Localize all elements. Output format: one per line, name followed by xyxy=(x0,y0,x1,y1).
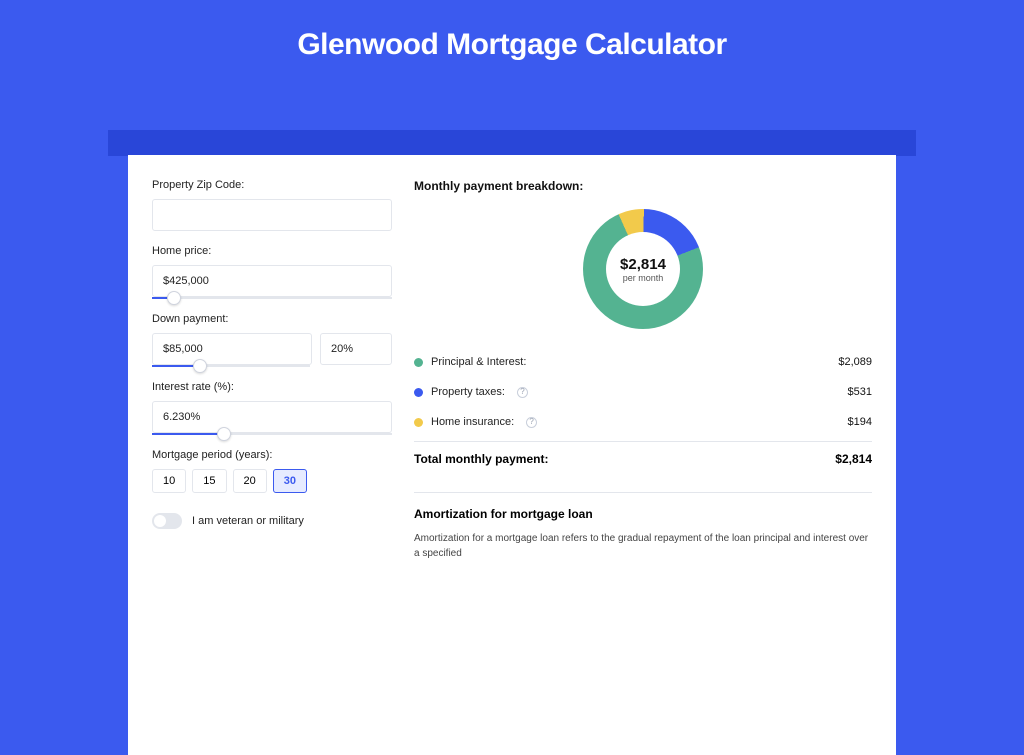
zip-label: Property Zip Code: xyxy=(152,179,392,191)
veteran-row: I am veteran or military xyxy=(152,513,392,529)
zip-group: Property Zip Code: xyxy=(152,179,392,231)
down-payment-label: Down payment: xyxy=(152,313,392,325)
legend-dot-insurance xyxy=(414,418,423,427)
info-icon[interactable]: ? xyxy=(526,417,537,428)
donut-chart: $2,814 per month xyxy=(583,209,703,329)
legend-row-principal: Principal & Interest: $2,089 xyxy=(414,347,872,377)
veteran-label: I am veteran or military xyxy=(192,515,304,527)
legend-label-insurance: Home insurance: xyxy=(431,416,514,428)
home-price-slider[interactable] xyxy=(152,297,392,299)
home-price-input[interactable] xyxy=(152,265,392,297)
donut-sub-label: per month xyxy=(623,273,664,283)
legend-amount-insurance: $194 xyxy=(848,416,872,428)
home-price-label: Home price: xyxy=(152,245,392,257)
interest-slider[interactable] xyxy=(152,433,392,435)
page-title: Glenwood Mortgage Calculator xyxy=(0,0,1024,80)
interest-group: Interest rate (%): xyxy=(152,381,392,435)
amortization-section: Amortization for mortgage loan Amortizat… xyxy=(414,492,872,561)
zip-input[interactable] xyxy=(152,199,392,231)
veteran-toggle[interactable] xyxy=(152,513,182,529)
breakdown-title: Monthly payment breakdown: xyxy=(414,179,872,193)
down-payment-pct-input[interactable] xyxy=(320,333,392,365)
legend-amount-principal: $2,089 xyxy=(838,356,872,368)
period-buttons: 10 15 20 30 xyxy=(152,469,392,493)
down-payment-amount-input[interactable] xyxy=(152,333,312,365)
donut-center: $2,814 per month xyxy=(606,232,680,306)
legend-label-taxes: Property taxes: xyxy=(431,386,505,398)
period-button-10[interactable]: 10 xyxy=(152,469,186,493)
total-label: Total monthly payment: xyxy=(414,452,548,466)
legend-amount-taxes: $531 xyxy=(848,386,872,398)
home-price-group: Home price: xyxy=(152,245,392,299)
legend-row-taxes: Property taxes: ? $531 xyxy=(414,377,872,407)
amortization-text: Amortization for a mortgage loan refers … xyxy=(414,531,872,561)
card-shadow xyxy=(108,130,916,156)
total-value: $2,814 xyxy=(835,452,872,466)
calculator-card: Property Zip Code: Home price: Down paym… xyxy=(128,155,896,755)
period-button-30[interactable]: 30 xyxy=(273,469,307,493)
home-price-slider-thumb[interactable] xyxy=(167,291,181,305)
legend: Principal & Interest: $2,089 Property ta… xyxy=(414,347,872,476)
legend-dot-principal xyxy=(414,358,423,367)
info-icon[interactable]: ? xyxy=(517,387,528,398)
donut-amount: $2,814 xyxy=(620,256,666,273)
veteran-toggle-knob xyxy=(154,515,166,527)
interest-slider-fill xyxy=(152,433,224,435)
donut-wrap: $2,814 per month xyxy=(414,203,872,347)
total-row: Total monthly payment: $2,814 xyxy=(414,441,872,476)
interest-label: Interest rate (%): xyxy=(152,381,392,393)
down-payment-slider-thumb[interactable] xyxy=(193,359,207,373)
period-button-20[interactable]: 20 xyxy=(233,469,267,493)
amortization-title: Amortization for mortgage loan xyxy=(414,507,872,521)
period-group: Mortgage period (years): 10 15 20 30 xyxy=(152,449,392,493)
interest-slider-thumb[interactable] xyxy=(217,427,231,441)
form-panel: Property Zip Code: Home price: Down paym… xyxy=(152,179,392,755)
down-payment-group: Down payment: xyxy=(152,313,392,367)
breakdown-panel: Monthly payment breakdown: $2,814 per mo… xyxy=(414,179,872,755)
down-payment-slider[interactable] xyxy=(152,365,310,367)
legend-dot-taxes xyxy=(414,388,423,397)
legend-label-principal: Principal & Interest: xyxy=(431,356,526,368)
period-button-15[interactable]: 15 xyxy=(192,469,226,493)
period-label: Mortgage period (years): xyxy=(152,449,392,461)
legend-row-insurance: Home insurance: ? $194 xyxy=(414,407,872,437)
interest-input[interactable] xyxy=(152,401,392,433)
